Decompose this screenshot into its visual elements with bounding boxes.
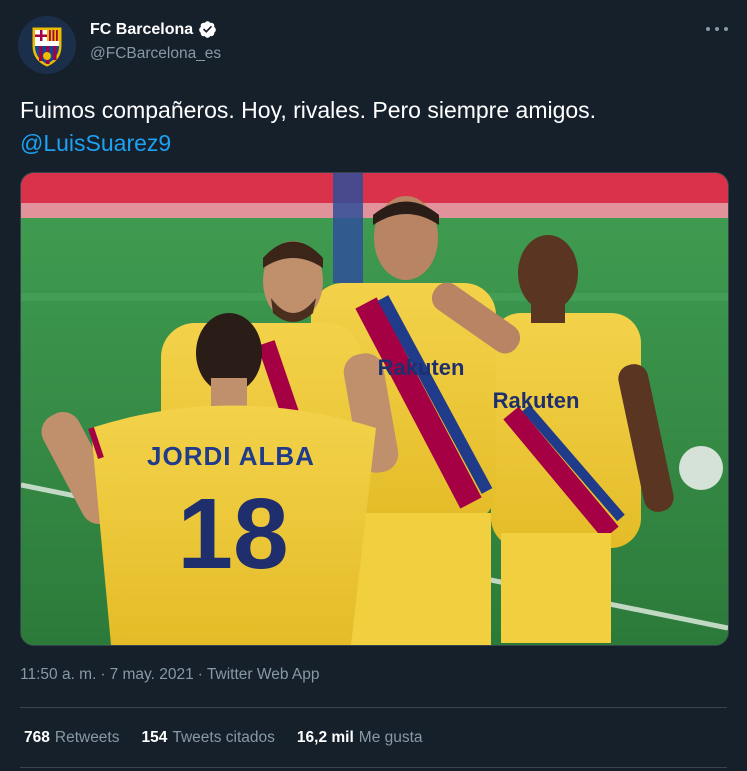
tweet-stats: 768 Retweets 154 Tweets citados 16,2 mil… (24, 729, 423, 747)
jersey-number: 18 (177, 478, 288, 590)
tweet-text: Fuimos compañeros. Hoy, rivales. Pero si… (20, 94, 730, 160)
fcb-crest-icon (18, 16, 76, 74)
retweets-label: Retweets (54, 729, 120, 746)
tweet-time[interactable]: 11:50 a. m. (20, 666, 96, 683)
author-name-row[interactable]: FC Barcelona (90, 20, 217, 39)
tweet-meta: 11:50 a. m. · 7 may. 2021 · Twitter Web App (20, 666, 319, 684)
likes-count: 16,2 mil (296, 729, 354, 746)
quotes-label: Tweets citados (172, 729, 275, 746)
tweet-date[interactable]: 7 may. 2021 (110, 666, 194, 683)
avatar[interactable] (18, 16, 76, 74)
tweet-body: Fuimos compañeros. Hoy, rivales. Pero si… (20, 97, 597, 123)
tweet-source[interactable]: Twitter Web App (207, 666, 320, 683)
divider-bottom (20, 767, 727, 768)
retweets-count: 768 (24, 729, 50, 746)
sponsor-text-middle: Rakuten (378, 355, 465, 380)
verified-badge-icon (199, 21, 216, 38)
divider-top (20, 707, 727, 708)
author-handle[interactable]: @FCBarcelona_es (90, 45, 221, 63)
meta-separator: · (100, 666, 106, 683)
likes-stat[interactable]: 16,2 mil Me gusta (297, 729, 423, 747)
tweet-photo[interactable]: JORDI ALBA 18 Rakuten Rakuten (20, 172, 729, 646)
quotes-stat[interactable]: 154 Tweets citados (142, 729, 275, 747)
tweet-detail: FC Barcelona @FCBarcelona_es Fuimos comp… (0, 0, 747, 771)
likes-label: Me gusta (358, 729, 423, 746)
more-options-icon[interactable] (706, 22, 728, 36)
author-display-name[interactable]: FC Barcelona (90, 21, 193, 39)
sponsor-text-right: Rakuten (493, 388, 580, 413)
jersey-name: JORDI ALBA (147, 441, 315, 471)
retweets-stat[interactable]: 768 Retweets (24, 729, 120, 747)
meta-separator-2: · (197, 666, 203, 683)
mention-link[interactable]: @LuisSuarez9 (20, 127, 730, 160)
quotes-count: 154 (141, 729, 168, 746)
